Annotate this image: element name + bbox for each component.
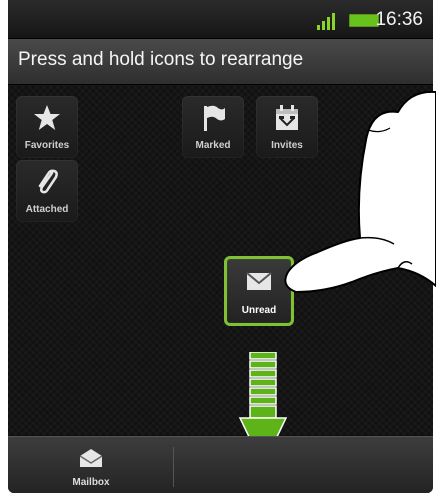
tile-marked[interactable]: Marked xyxy=(182,96,244,158)
title-bar: Press and hold icons to rearrange xyxy=(8,39,433,85)
tile-invites[interactable]: Invites xyxy=(256,96,318,158)
tab-mailbox[interactable]: Mailbox xyxy=(56,443,126,493)
clock: 16:36 xyxy=(375,9,423,30)
signal-icon xyxy=(317,12,339,30)
calendar-icon xyxy=(276,105,298,130)
tile-favorites[interactable]: Favorites xyxy=(16,96,78,158)
tile-attached[interactable]: Attached xyxy=(16,160,78,222)
tile-label: Favorites xyxy=(24,140,70,151)
phone-screen: 16:36 Press and hold icons to rearrange … xyxy=(8,0,433,493)
tile-label: Marked xyxy=(195,140,231,151)
mailbox-icon xyxy=(79,449,103,467)
bottom-tab-bar: Mailbox xyxy=(8,436,433,493)
star-icon xyxy=(34,105,60,130)
tile-label: Invites xyxy=(271,140,303,151)
flag-icon xyxy=(204,105,225,131)
tile-unread[interactable]: Unread xyxy=(224,256,294,326)
status-bar: 16:36 xyxy=(8,0,433,39)
tab-divider xyxy=(173,447,174,487)
page-title: Press and hold icons to rearrange xyxy=(18,49,304,70)
tab-label: Mailbox xyxy=(72,477,110,488)
paperclip-icon xyxy=(38,169,58,194)
tile-label: Unread xyxy=(241,305,277,316)
tile-label: Attached xyxy=(25,204,69,215)
envelope-icon xyxy=(246,272,272,290)
